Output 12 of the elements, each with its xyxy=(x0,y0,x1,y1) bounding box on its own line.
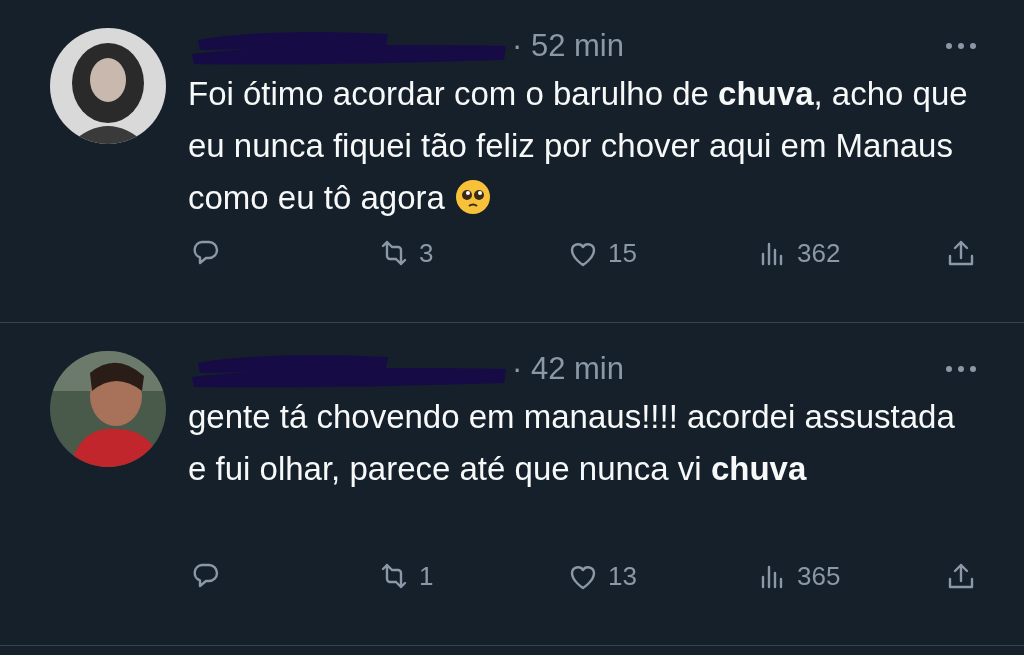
like-count: 13 xyxy=(608,560,637,592)
view-count: 365 xyxy=(797,560,841,592)
tweet-time[interactable]: · 52 min xyxy=(512,28,624,64)
retweet-count: 1 xyxy=(419,560,434,592)
retweet-count: 3 xyxy=(419,237,434,269)
more-icon[interactable] xyxy=(944,41,978,51)
tweet-text: Foi ótimo acordar com o barulho de chuva, acho que eu nunca fiquei tão feliz por chover aqui em Manaus como eu tô agora xyxy=(188,74,969,218)
like-count: 15 xyxy=(608,237,637,269)
tweet-text: gente tá chovendo em manaus!!!! acordei assustada e fui olhar, parece até que nunca vi chuva xyxy=(188,397,956,489)
tweet-time[interactable]: · 42 min xyxy=(512,351,624,387)
view-count: 362 xyxy=(797,237,841,269)
more-icon[interactable] xyxy=(944,364,978,374)
